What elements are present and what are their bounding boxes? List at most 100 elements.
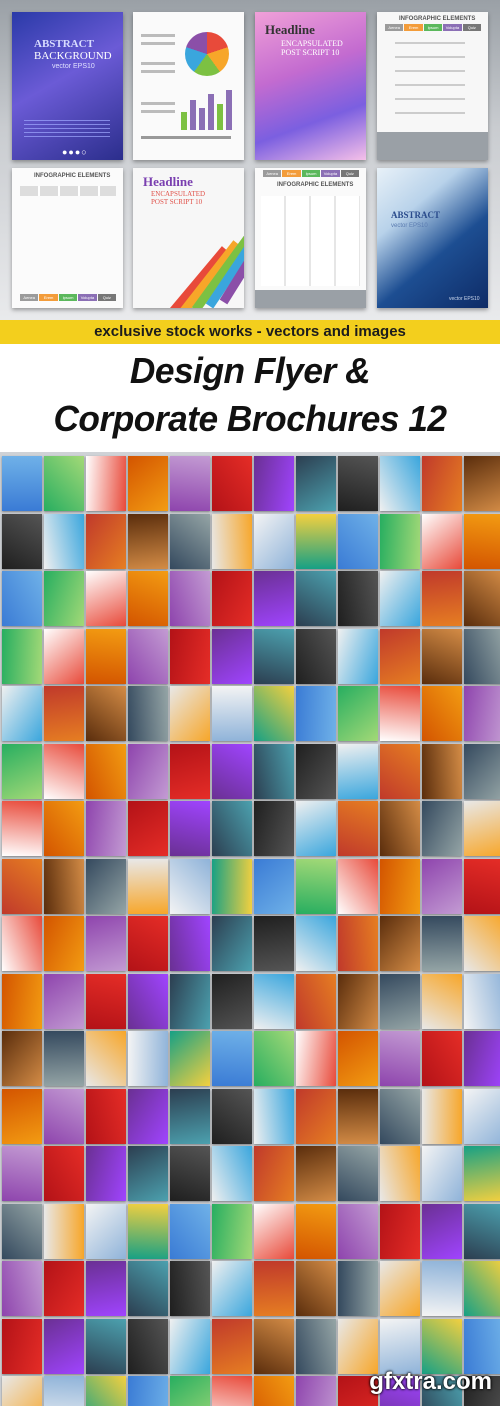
brochure-thumbnail bbox=[212, 1031, 252, 1086]
preview-card-abstract-wave: ABSTRACT vector EPS10 vector EPS10 bbox=[377, 168, 488, 308]
decorative-lines bbox=[24, 120, 110, 138]
brochure-thumbnail bbox=[44, 1088, 84, 1144]
brochure-thumbnail bbox=[296, 686, 336, 741]
brochure-thumbnail bbox=[422, 916, 462, 971]
brochure-thumbnail bbox=[128, 571, 168, 626]
brochure-thumbnail bbox=[422, 1261, 462, 1316]
brochure-thumbnail bbox=[2, 456, 42, 511]
brochure-thumbnail bbox=[2, 1146, 42, 1201]
brochure-thumbnail bbox=[338, 513, 378, 569]
brochure-thumbnail bbox=[86, 1031, 126, 1086]
brochure-thumbnail bbox=[254, 973, 294, 1029]
brochure-thumbnail bbox=[170, 1376, 210, 1406]
preview-card-abstract-background: ABSTRACT BACKGROUND vector EPS10 ●●●○ bbox=[12, 12, 123, 160]
brochure-thumbnail bbox=[422, 686, 462, 741]
brochure-thumbnail bbox=[86, 456, 126, 511]
brochure-thumbnail bbox=[128, 686, 168, 741]
brochure-thumbnail bbox=[212, 513, 252, 569]
brochure-thumbnail bbox=[2, 1376, 42, 1406]
brochure-thumbnail bbox=[254, 1376, 294, 1406]
brochure-thumbnail bbox=[254, 1318, 294, 1374]
brochure-thumbnail bbox=[296, 916, 336, 971]
brochure-thumbnail bbox=[422, 571, 462, 626]
brochure-thumbnail bbox=[338, 973, 378, 1029]
brochure-thumbnail bbox=[338, 1088, 378, 1144]
brochure-thumbnail bbox=[464, 801, 500, 856]
brochure-thumbnail bbox=[464, 513, 500, 569]
card-tabs: Aenea Erem Ipsum Volupta Quiz bbox=[20, 294, 117, 301]
brochure-thumbnail bbox=[380, 1318, 420, 1374]
card-caption: vector EPS10 bbox=[391, 223, 428, 229]
card-headline: Headline bbox=[143, 174, 193, 189]
preview-card-infographic-charts bbox=[133, 12, 244, 160]
brochure-thumbnail bbox=[44, 858, 84, 914]
brochure-thumbnail bbox=[338, 1203, 378, 1259]
brochure-thumbnail bbox=[212, 1088, 252, 1144]
brochure-thumbnail bbox=[296, 1318, 336, 1374]
pie-chart-graphic bbox=[185, 32, 229, 76]
brochure-thumbnail bbox=[296, 513, 336, 569]
brochure-thumbnail bbox=[296, 973, 336, 1029]
brochure-thumbnail bbox=[338, 858, 378, 914]
brochure-thumbnail bbox=[380, 1088, 420, 1144]
brochure-thumbnail bbox=[338, 801, 378, 856]
brochure-thumbnail bbox=[212, 801, 252, 856]
brochure-thumbnail bbox=[338, 1146, 378, 1201]
brochure-thumbnail bbox=[338, 571, 378, 626]
brochure-thumbnail bbox=[296, 1088, 336, 1144]
preview-card-headline-pink: Headline ENCAPSULATED POST SCRIPT 10 bbox=[255, 12, 366, 160]
brochure-thumbnail bbox=[464, 628, 500, 684]
brochure-thumbnail bbox=[170, 571, 210, 626]
brochure-thumbnail bbox=[254, 801, 294, 856]
brochure-thumbnail bbox=[464, 858, 500, 914]
brochure-thumbnail bbox=[380, 571, 420, 626]
brochure-thumbnail bbox=[296, 1203, 336, 1259]
brochure-thumbnail bbox=[2, 1261, 42, 1316]
brochure-thumbnail bbox=[338, 1318, 378, 1374]
brochure-thumbnail bbox=[212, 1261, 252, 1316]
brochure-thumbnail bbox=[170, 513, 210, 569]
brochure-thumbnail bbox=[212, 571, 252, 626]
brochure-thumbnail bbox=[296, 456, 336, 511]
brochure-thumbnail bbox=[380, 1203, 420, 1259]
brochure-thumbnail bbox=[86, 1318, 126, 1374]
brochure-thumbnail bbox=[128, 1031, 168, 1086]
brochure-thumbnail bbox=[170, 686, 210, 741]
brochure-thumbnail bbox=[254, 686, 294, 741]
brochure-thumbnail bbox=[170, 628, 210, 684]
brochure-thumbnail bbox=[422, 858, 462, 914]
page-title-line2: Corporate Brochures 12 bbox=[53, 398, 447, 439]
brochure-thumbnail bbox=[128, 628, 168, 684]
brochure-thumbnail bbox=[2, 1031, 42, 1086]
watermark: gfxtra.com bbox=[369, 1368, 492, 1395]
brochure-thumbnail bbox=[44, 1031, 84, 1086]
brochure-thumbnail bbox=[380, 1031, 420, 1086]
brochure-thumbnail bbox=[254, 916, 294, 971]
brochure-thumbnail bbox=[86, 916, 126, 971]
brochure-thumbnail bbox=[2, 743, 42, 799]
brochure-thumbnail bbox=[296, 1261, 336, 1316]
preview-card-infographic-table: Aenea Erem Ipsum Volupta Quiz INFOGRAPHI… bbox=[255, 168, 366, 308]
brochure-thumbnail bbox=[212, 1203, 252, 1259]
brochure-thumbnail bbox=[86, 1088, 126, 1144]
brochure-thumbnail bbox=[380, 1146, 420, 1201]
brochure-thumbnail bbox=[422, 1146, 462, 1201]
brochure-thumbnail bbox=[86, 1203, 126, 1259]
card-title: ABSTRACT bbox=[391, 210, 441, 220]
card-tabs: Aenea Erem Ipsum Volupta Quiz bbox=[263, 170, 360, 177]
brochure-thumbnail bbox=[170, 456, 210, 511]
brochure-thumbnail bbox=[2, 513, 42, 569]
brochure-thumbnail bbox=[170, 743, 210, 799]
brochure-thumbnail bbox=[170, 1088, 210, 1144]
brochure-thumbnail bbox=[296, 628, 336, 684]
card-heading: INFOGRAPHIC ELEMENTS bbox=[34, 173, 111, 179]
brochure-thumbnail bbox=[86, 513, 126, 569]
brochure-thumbnail bbox=[44, 571, 84, 626]
brochure-thumbnail bbox=[44, 916, 84, 971]
brochure-thumbnail bbox=[380, 1261, 420, 1316]
brochure-thumbnail bbox=[86, 973, 126, 1029]
brochure-thumbnail bbox=[44, 1318, 84, 1374]
brochure-thumbnail bbox=[2, 1318, 42, 1374]
brochure-thumbnail bbox=[2, 686, 42, 741]
brochure-thumbnail bbox=[464, 571, 500, 626]
